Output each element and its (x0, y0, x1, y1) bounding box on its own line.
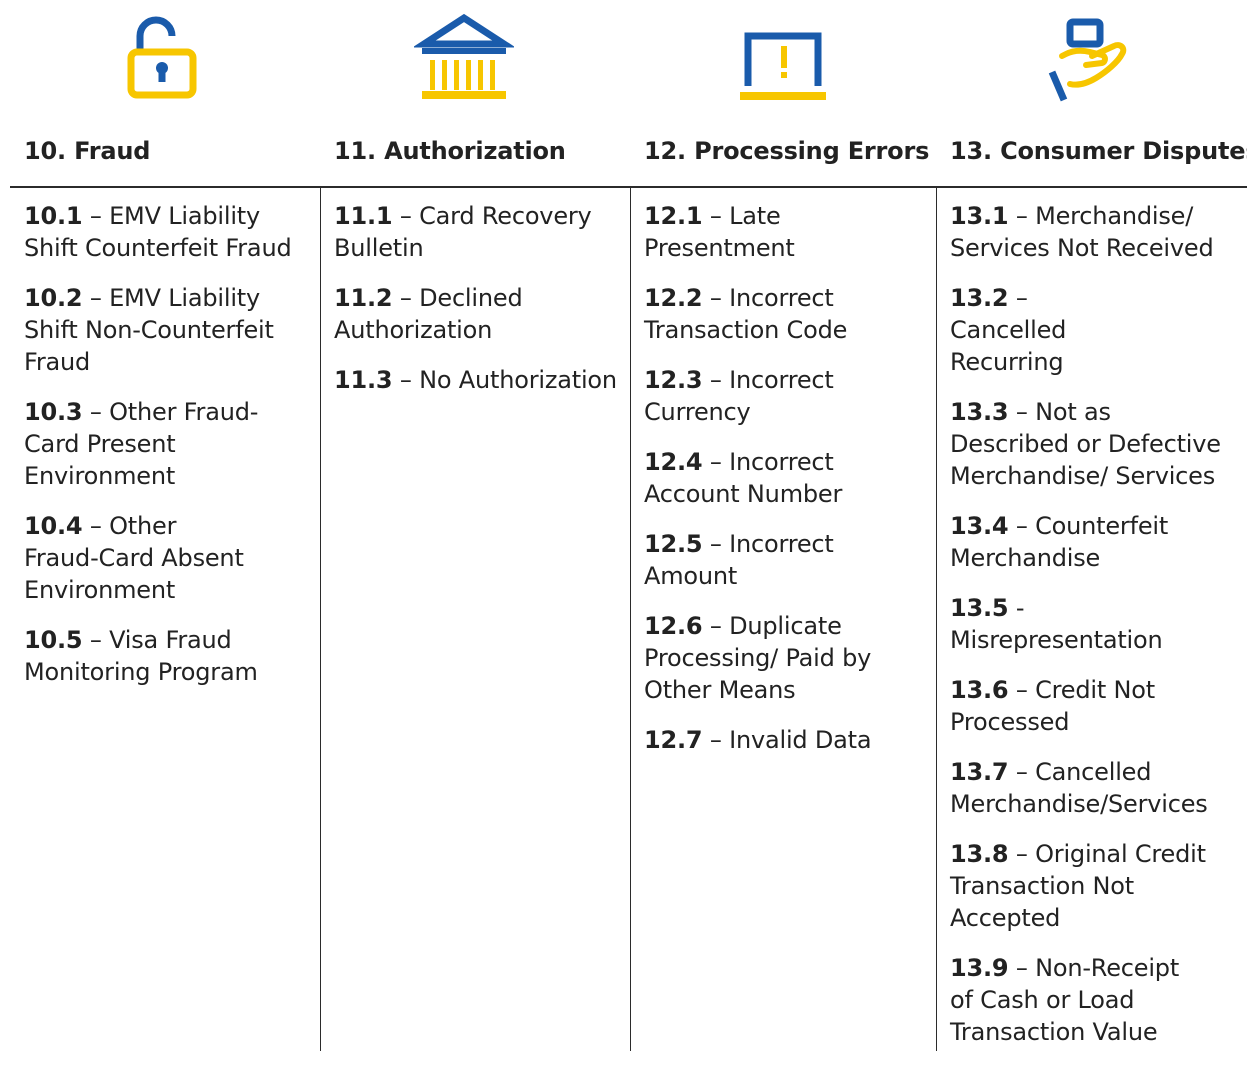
list-item: 11.1 – Card Recovery Bulletin (334, 202, 592, 262)
hand-holding-card-icon (1040, 8, 1140, 104)
list-item: 13.4 – Counterfeit Merchandise (950, 512, 1169, 572)
column-title-authorization: 11. Authorization (334, 137, 566, 165)
list-item: 11.3 – No Authorization (334, 366, 617, 394)
dispute-categories-table: 10. Fraud 11. Authorization 12. Processi… (0, 0, 1247, 1051)
column-consumer-disputes-list: 13.1 – Merchandise/ Services Not Receive… (950, 200, 1240, 1066)
unlocked-padlock-icon (120, 8, 210, 104)
column-divider (936, 186, 937, 1051)
column-authorization-list: 11.1 – Card Recovery Bulletin 11.2 – Dec… (334, 200, 626, 414)
column-processing-errors-list: 12.1 – Late Presentment 12.2 – Incorrect… (644, 200, 930, 774)
list-item: 10.3 – Other Fraud-Card Present Environm… (24, 398, 259, 490)
column-divider (630, 186, 631, 1051)
list-item: 13.7 – Cancelled Merchandise/Services (950, 758, 1208, 818)
list-item: 12.2 – Incorrect Transaction Code (644, 284, 848, 344)
list-item: 12.1 – Late Presentment (644, 202, 795, 262)
list-item: 12.4 – Incorrect Account Number (644, 448, 843, 508)
list-item: 10.5 – Visa Fraud Monitoring Program (24, 626, 258, 686)
list-item: 12.7 – Invalid Data (644, 726, 872, 754)
list-item: 13.3 – Not as Described or Defective Mer… (950, 398, 1221, 490)
list-item: 13.1 – Merchandise/ Services Not Receive… (950, 202, 1214, 262)
header-divider (10, 186, 1247, 188)
list-item: 13.8 – Original Credit Transaction Not A… (950, 840, 1206, 932)
column-title-consumer-disputes: 13. Consumer Disputes (950, 137, 1247, 165)
list-item: 12.3 – Incorrect Currency (644, 366, 834, 426)
list-item: 10.1 – EMV Liability Shift Counterfeit F… (24, 202, 292, 262)
list-item: 12.6 – Duplicate Processing/ Paid by Oth… (644, 612, 872, 704)
list-item: 10.2 – EMV Liability Shift Non-Counterfe… (24, 284, 274, 376)
list-item: 10.4 – Other Fraud-Card Absent Environme… (24, 512, 244, 604)
list-item: 13.6 – Credit Not Processed (950, 676, 1155, 736)
list-item: 12.5 – Incorrect Amount (644, 530, 834, 590)
bank-building-icon (414, 8, 514, 104)
column-title-processing-errors: 12. Processing Errors (644, 137, 930, 165)
column-divider (320, 186, 321, 1051)
column-fraud-list: 10.1 – EMV Liability Shift Counterfeit F… (24, 200, 306, 706)
column-title-fraud: 10. Fraud (24, 137, 151, 165)
list-item: 13.2 – Cancelled Recurring (950, 284, 1067, 376)
list-item: 13.9 – Non-Receipt of Cash or Load Trans… (950, 954, 1180, 1046)
laptop-warning-icon (734, 8, 834, 104)
list-item: 11.2 – Declined Authorization (334, 284, 523, 344)
list-item: 13.5 - Misrepresentation (950, 594, 1163, 654)
